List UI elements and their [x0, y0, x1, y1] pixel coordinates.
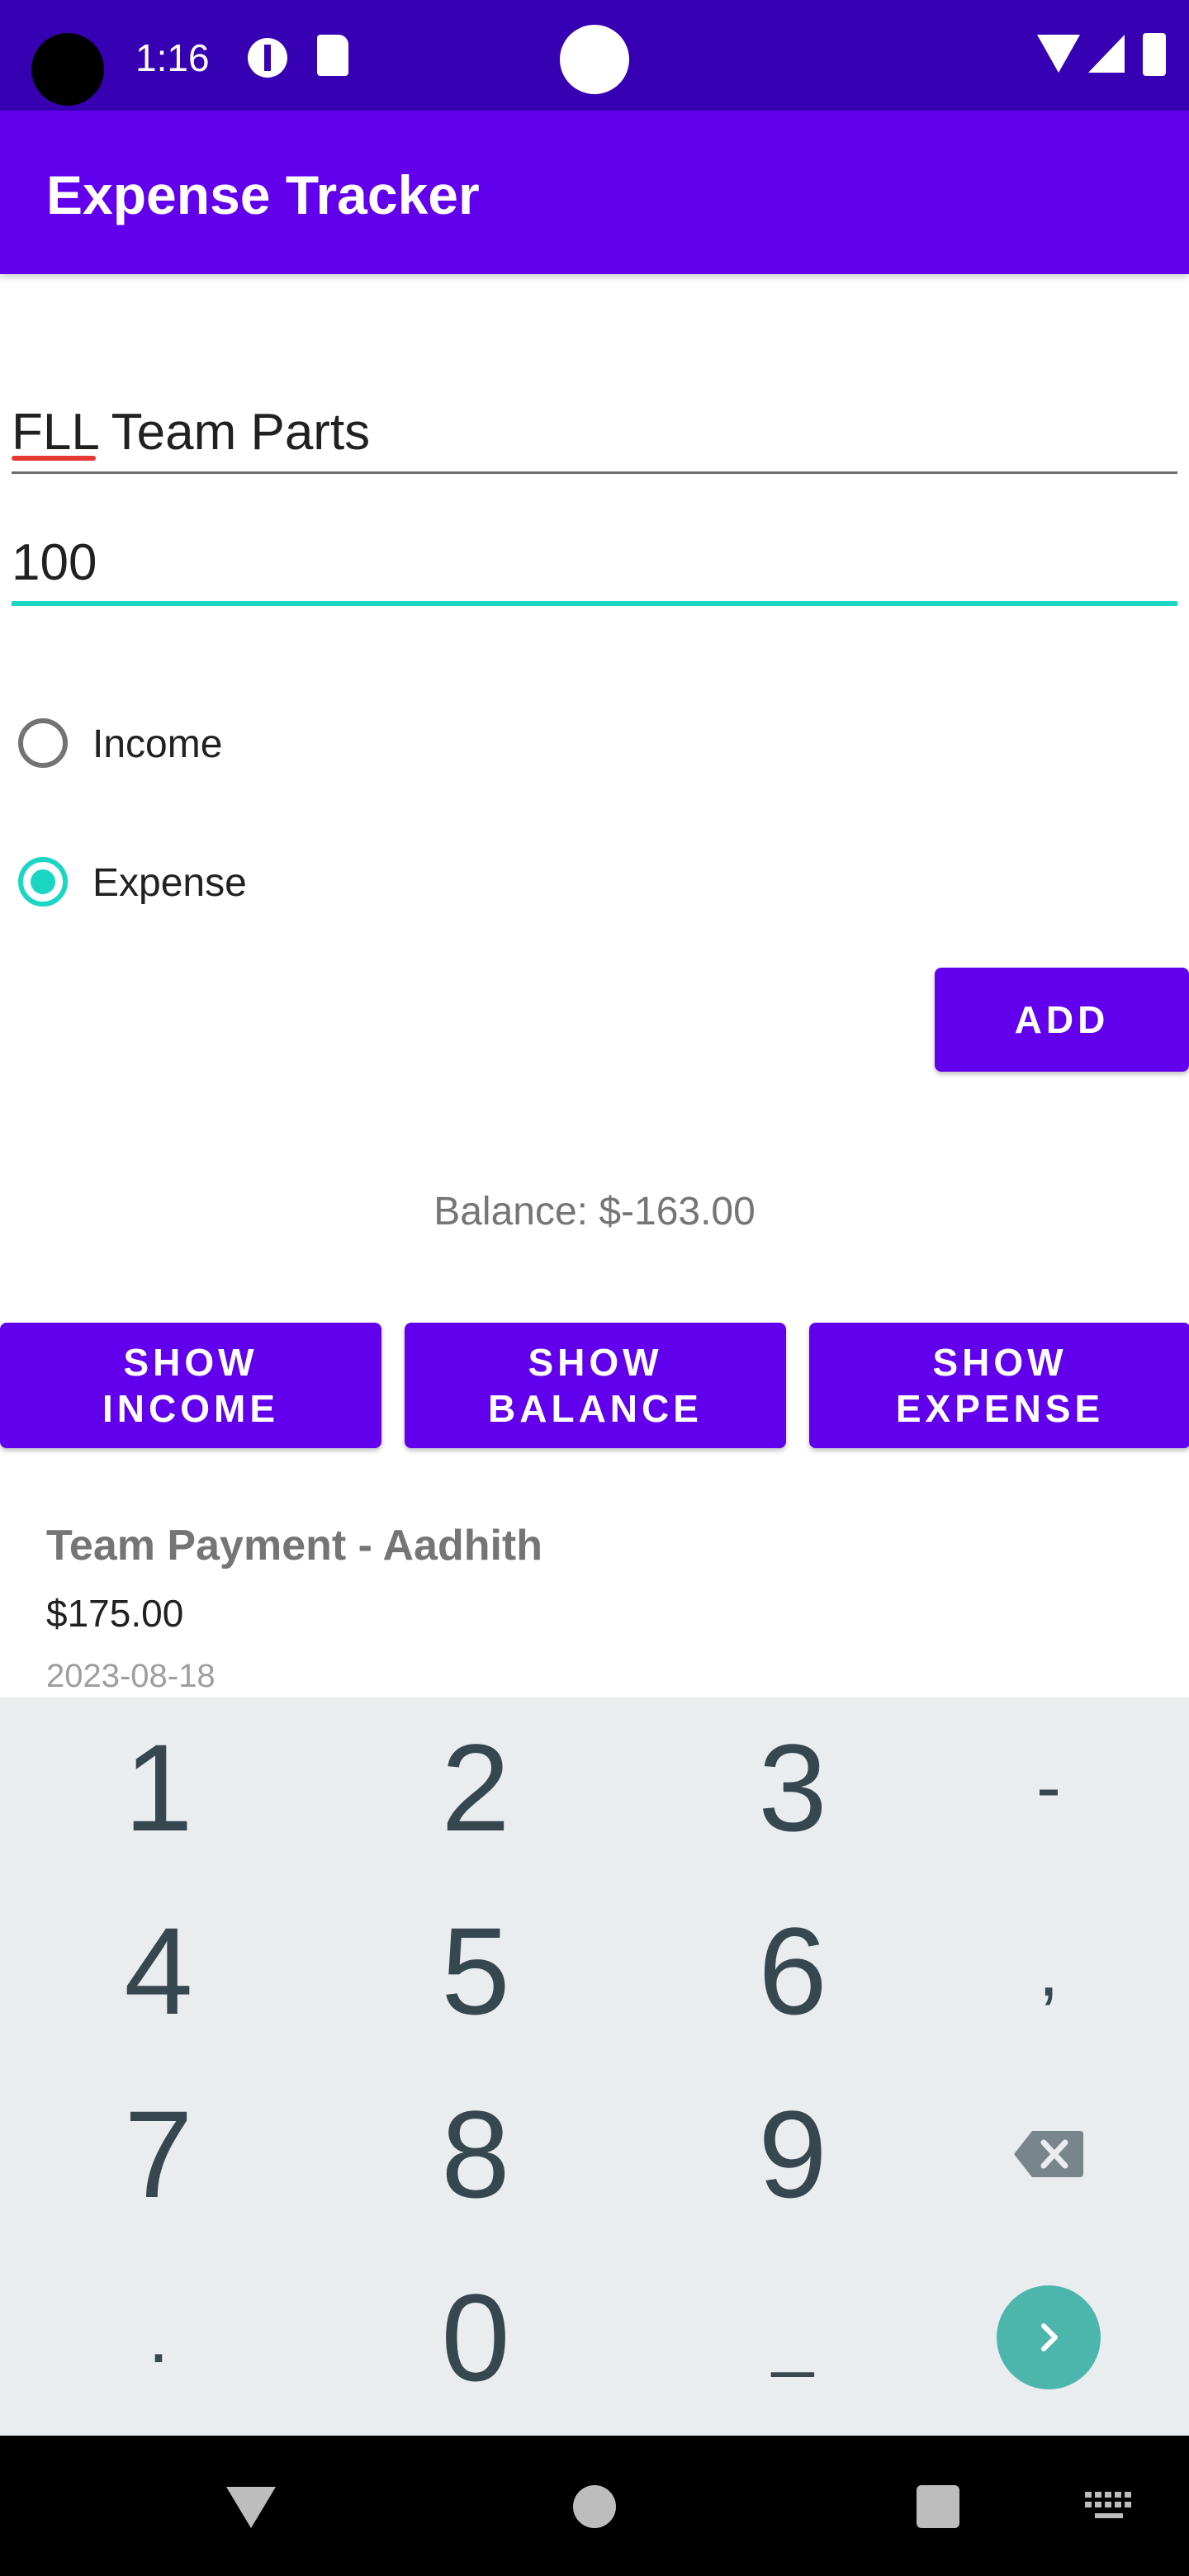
description-underline [12, 471, 1177, 474]
key-space[interactable]: _ [634, 2247, 951, 2427]
status-time: 1:16 [135, 36, 210, 79]
key-5[interactable]: 5 [317, 1881, 634, 2061]
transaction-title[interactable]: Team Payment - Aadhith [46, 1521, 542, 1570]
key-comma[interactable]: , [908, 1881, 1189, 2061]
recents-square-icon[interactable] [917, 2485, 959, 2528]
amount-input[interactable] [12, 525, 1177, 599]
backspace-icon [1014, 2131, 1083, 2177]
expense-radio[interactable] [18, 857, 68, 907]
camera-cutout [31, 33, 104, 106]
enter-key[interactable] [908, 2247, 1189, 2427]
sd-card-icon [317, 35, 348, 76]
cell-signal-icon [1088, 35, 1125, 73]
home-circle-icon[interactable] [573, 2485, 616, 2528]
description-input[interactable] [12, 395, 1177, 469]
status-center-dot-icon [560, 25, 629, 94]
expense-radio-label[interactable]: Expense [92, 859, 247, 908]
key-2[interactable]: 2 [317, 1698, 634, 1878]
income-radio-label[interactable]: Income [92, 720, 222, 769]
keyboard-icon[interactable] [1085, 2492, 1133, 2522]
key-8[interactable]: 8 [317, 2064, 634, 2244]
wifi-icon [1037, 35, 1080, 73]
key-9[interactable]: 9 [634, 2064, 951, 2244]
transaction-date: 2023-08-18 [46, 1658, 216, 1694]
show-income-button[interactable]: SHOW INCOME [0, 1323, 381, 1448]
backspace-key[interactable] [908, 2064, 1189, 2244]
back-triangle-icon[interactable] [226, 2487, 276, 2528]
battery-icon [1143, 33, 1166, 76]
chevron-right-icon [1041, 2323, 1058, 2351]
show-expense-button[interactable]: SHOW EXPENSE [809, 1323, 1189, 1448]
enter-key-circle [997, 2285, 1101, 2389]
notification-app-icon [248, 38, 287, 78]
key-0[interactable]: 0 [317, 2247, 634, 2427]
key-4[interactable]: 4 [0, 1881, 317, 2061]
app-title: Expense Tracker [46, 164, 480, 225]
key-6[interactable]: 6 [634, 1881, 951, 2061]
numeric-keyboard: 1 2 3 - 4 5 6 , 7 8 9 . 0 _ [0, 1698, 1189, 2436]
balance-text: Balance: $-163.00 [433, 1190, 756, 1234]
key-period[interactable]: . [0, 2247, 317, 2427]
key-1[interactable]: 1 [0, 1698, 317, 1878]
key-3[interactable]: 3 [634, 1698, 951, 1878]
transaction-amount: $175.00 [46, 1592, 184, 1635]
income-radio[interactable] [18, 718, 68, 768]
spellcheck-underline [12, 456, 96, 461]
add-button[interactable]: ADD [935, 968, 1189, 1072]
key-minus[interactable]: - [908, 1698, 1189, 1878]
show-balance-button[interactable]: SHOW BALANCE [405, 1323, 786, 1448]
amount-underline-focused [12, 601, 1177, 606]
key-7[interactable]: 7 [0, 2064, 317, 2244]
